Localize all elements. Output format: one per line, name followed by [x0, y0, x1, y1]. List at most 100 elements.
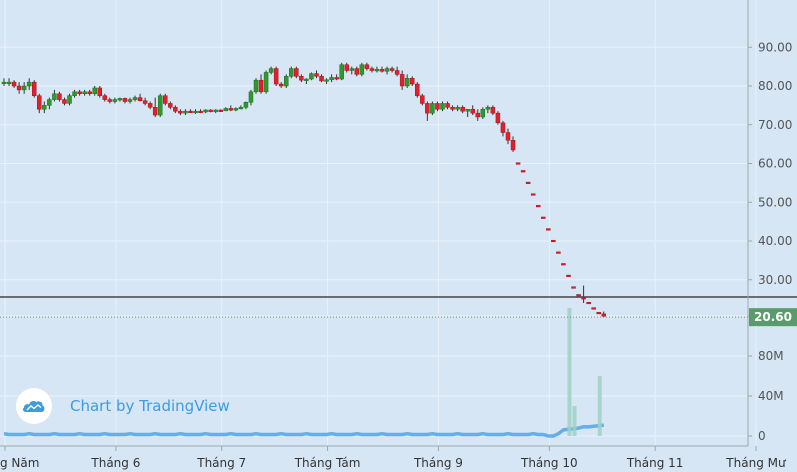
candle-body [117, 98, 123, 101]
candle-body [163, 95, 168, 104]
tradingview-cloud-icon [16, 388, 52, 424]
candle-body [314, 73, 319, 77]
candle [561, 263, 566, 266]
candle-body [178, 110, 183, 114]
candle-body [294, 68, 299, 77]
candle [263, 70, 269, 94]
candle-body [57, 93, 62, 100]
candle-body [440, 103, 445, 110]
candle-body [339, 64, 344, 80]
candle-body [132, 97, 138, 100]
candle-body [586, 301, 591, 305]
candle-body [374, 69, 380, 72]
candle-body [268, 68, 274, 73]
volume-tick-label: 40M [758, 389, 784, 403]
volume-tick-label: 0 [758, 429, 766, 443]
candle-body [505, 132, 511, 141]
watermark-text: Chart by TradingView [70, 397, 230, 415]
time-tick-label: Tháng Tám [294, 456, 361, 470]
candle-body [289, 68, 294, 77]
candle [273, 66, 279, 86]
candle-body [485, 107, 491, 110]
candle-body [541, 216, 546, 219]
time-tick-label: Tháng 7 [196, 456, 246, 470]
candle-body [278, 83, 284, 87]
candle-body [253, 79, 259, 93]
candle [525, 181, 531, 184]
candle-body [21, 85, 27, 91]
candle [515, 162, 521, 165]
volume-spike-bar [597, 376, 602, 436]
candle-body [233, 108, 239, 111]
candle-body [455, 107, 460, 110]
candle-body [394, 70, 400, 75]
candle-body [193, 110, 198, 114]
candle-body [475, 112, 481, 118]
candle-body [566, 274, 571, 277]
candle-body [465, 109, 470, 112]
candle-body [147, 103, 153, 108]
price-tick-label: 30.00 [758, 273, 792, 287]
candle-body [87, 91, 92, 94]
candle-body [258, 79, 264, 93]
candle-body [349, 68, 355, 71]
candle-body [142, 100, 148, 104]
candle-body [551, 239, 556, 243]
candle-body [425, 103, 430, 114]
price-tick-label: 80.00 [758, 79, 792, 93]
candle [97, 86, 103, 98]
candle-body [218, 109, 223, 112]
candle-body [480, 109, 486, 118]
candle-body [435, 103, 440, 110]
candle-body [52, 93, 57, 100]
candle-body [535, 205, 541, 208]
candle-body [213, 109, 218, 112]
candle [157, 93, 163, 117]
volume-spike-bar [572, 406, 577, 436]
candle-body [601, 313, 607, 317]
candle-body [107, 99, 113, 102]
candle-body [591, 307, 596, 310]
candle-body [520, 170, 526, 173]
candle [415, 82, 420, 98]
price-tick-label: 60.00 [758, 157, 792, 171]
price-tick-label: 70.00 [758, 118, 792, 132]
candle-body [384, 68, 390, 72]
time-tick-label: Tháng 10 [520, 456, 578, 470]
candle-body [556, 251, 561, 254]
candle-body [112, 99, 118, 102]
candle-body [273, 68, 279, 85]
time-tick-label: Tháng 6 [90, 456, 140, 470]
candle-body [92, 87, 97, 94]
candle-body [495, 112, 501, 124]
candle [571, 286, 576, 289]
candle-body [67, 95, 72, 104]
candle-body [168, 103, 173, 108]
candle-body [420, 95, 425, 104]
candle [541, 216, 546, 219]
candle-body [208, 109, 213, 112]
last-price-badge: 20.60 [749, 308, 797, 327]
volume-spike-bar [567, 308, 572, 436]
candle-body [188, 110, 193, 114]
candle-body [238, 107, 244, 110]
candle-body [173, 107, 178, 112]
candle-body [263, 72, 269, 93]
tradingview-watermark[interactable]: Chart by TradingView [16, 386, 230, 426]
candle-body [525, 181, 531, 184]
candle-body [62, 99, 67, 104]
candle [520, 170, 526, 173]
candle-body [571, 286, 576, 289]
candle-body [460, 107, 465, 112]
candle [67, 93, 72, 106]
candle-body [334, 77, 339, 80]
candle [31, 80, 37, 98]
price-tick-label: 40.00 [758, 234, 792, 248]
candle [163, 93, 168, 106]
price-tick-label: 50.00 [758, 195, 792, 209]
candle-body [404, 78, 410, 87]
candle-body [223, 108, 229, 112]
candle-body [102, 95, 108, 100]
candle-body [72, 91, 77, 96]
candle [596, 312, 601, 315]
